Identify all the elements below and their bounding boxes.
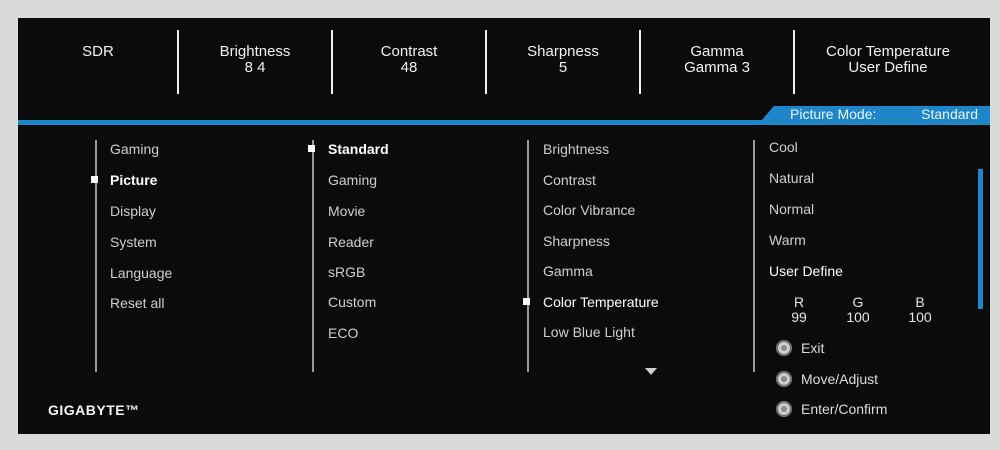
divider [639, 30, 641, 94]
red-label: R [793, 294, 805, 310]
sdr-label: SDR [82, 43, 114, 60]
menu-item-gaming[interactable]: Gaming [110, 141, 159, 157]
color-temperature-value: User Define [848, 59, 928, 76]
menu-item-picture[interactable]: Picture [110, 172, 157, 188]
sharpness-status: Sharpness 5 [502, 44, 624, 76]
temp-item-cool[interactable]: Cool [769, 139, 798, 155]
temp-item-natural[interactable]: Natural [769, 170, 814, 186]
green-value[interactable]: 100 [833, 309, 883, 325]
menu-item-language[interactable]: Language [110, 265, 172, 281]
mode-item-movie[interactable]: Movie [328, 203, 365, 219]
setting-item-gamma[interactable]: Gamma [543, 263, 593, 279]
picture-mode-indicator: Picture Mode: Standard [760, 106, 990, 122]
sharpness-value: 5 [558, 59, 568, 76]
joystick-icon [776, 371, 792, 387]
setting-item-contrast[interactable]: Contrast [543, 172, 596, 188]
menu-item-display[interactable]: Display [110, 203, 156, 219]
menu-item-system[interactable]: System [110, 234, 157, 250]
column-divider [95, 140, 97, 372]
joystick-icon [776, 401, 792, 417]
menu-item-reset-all[interactable]: Reset all [110, 295, 164, 311]
joystick-icon [776, 340, 792, 356]
divider [331, 30, 333, 94]
gamma-label: Gamma [690, 43, 744, 60]
brightness-label: Brightness [219, 43, 291, 60]
green-label: G [852, 294, 864, 310]
setting-item-color-temperature[interactable]: Color Temperature [543, 294, 659, 310]
gigabyte-logo: GIGABYTE™ [48, 402, 140, 418]
column-divider [527, 140, 529, 372]
setting-item-brightness[interactable]: Brightness [543, 141, 609, 157]
divider [177, 30, 179, 94]
contrast-value: 48 [400, 59, 418, 76]
hint-move-adjust: Move/Adjust [801, 371, 879, 387]
hint-exit: Exit [801, 340, 825, 356]
column-divider [753, 140, 755, 372]
scroll-down-icon[interactable] [645, 368, 657, 375]
scrollbar[interactable] [978, 169, 983, 309]
temp-item-normal[interactable]: Normal [769, 201, 814, 217]
divider [793, 30, 795, 94]
sdr-status: SDR [58, 44, 138, 60]
contrast-label: Contrast [380, 43, 438, 60]
mode-item-reader[interactable]: Reader [328, 234, 374, 250]
mode-item-eco[interactable]: ECO [328, 325, 358, 341]
picture-mode-label: Picture Mode: [790, 106, 877, 122]
sharpness-label: Sharpness [527, 43, 599, 60]
temp-item-user-define[interactable]: User Define [769, 263, 843, 279]
gamma-value: Gamma 3 [684, 59, 750, 76]
selection-marker [523, 298, 530, 305]
setting-item-sharpness[interactable]: Sharpness [543, 233, 610, 249]
mode-item-gaming[interactable]: Gaming [328, 172, 377, 188]
brightness-status: Brightness 8 4 [194, 44, 316, 76]
selection-marker [308, 145, 315, 152]
column-divider [312, 140, 314, 372]
status-bar: SDR Brightness 8 4 Contrast 48 Sharpness… [18, 18, 990, 118]
blue-label: B [915, 294, 925, 310]
hint-enter-confirm: Enter/Confirm [801, 401, 888, 417]
setting-item-color-vibrance[interactable]: Color Vibrance [543, 202, 635, 218]
blue-value[interactable]: 100 [895, 309, 945, 325]
mode-item-srgb[interactable]: sRGB [328, 264, 365, 280]
picture-mode-value: Standard [921, 106, 978, 122]
osd-screen: SDR Brightness 8 4 Contrast 48 Sharpness… [18, 18, 990, 434]
mode-item-standard[interactable]: Standard [328, 141, 389, 157]
color-temperature-label: Color Temperature [826, 43, 950, 60]
selection-marker [91, 176, 98, 183]
mode-item-custom[interactable]: Custom [328, 294, 376, 310]
red-value[interactable]: 99 [774, 309, 824, 325]
brightness-value: 8 4 [244, 59, 266, 76]
gamma-status: Gamma Gamma 3 [656, 44, 778, 76]
divider [485, 30, 487, 94]
temp-item-warm[interactable]: Warm [769, 232, 806, 248]
color-temperature-status: Color Temperature User Define [804, 44, 972, 76]
contrast-status: Contrast 48 [348, 44, 470, 76]
setting-item-low-blue-light[interactable]: Low Blue Light [543, 324, 635, 340]
